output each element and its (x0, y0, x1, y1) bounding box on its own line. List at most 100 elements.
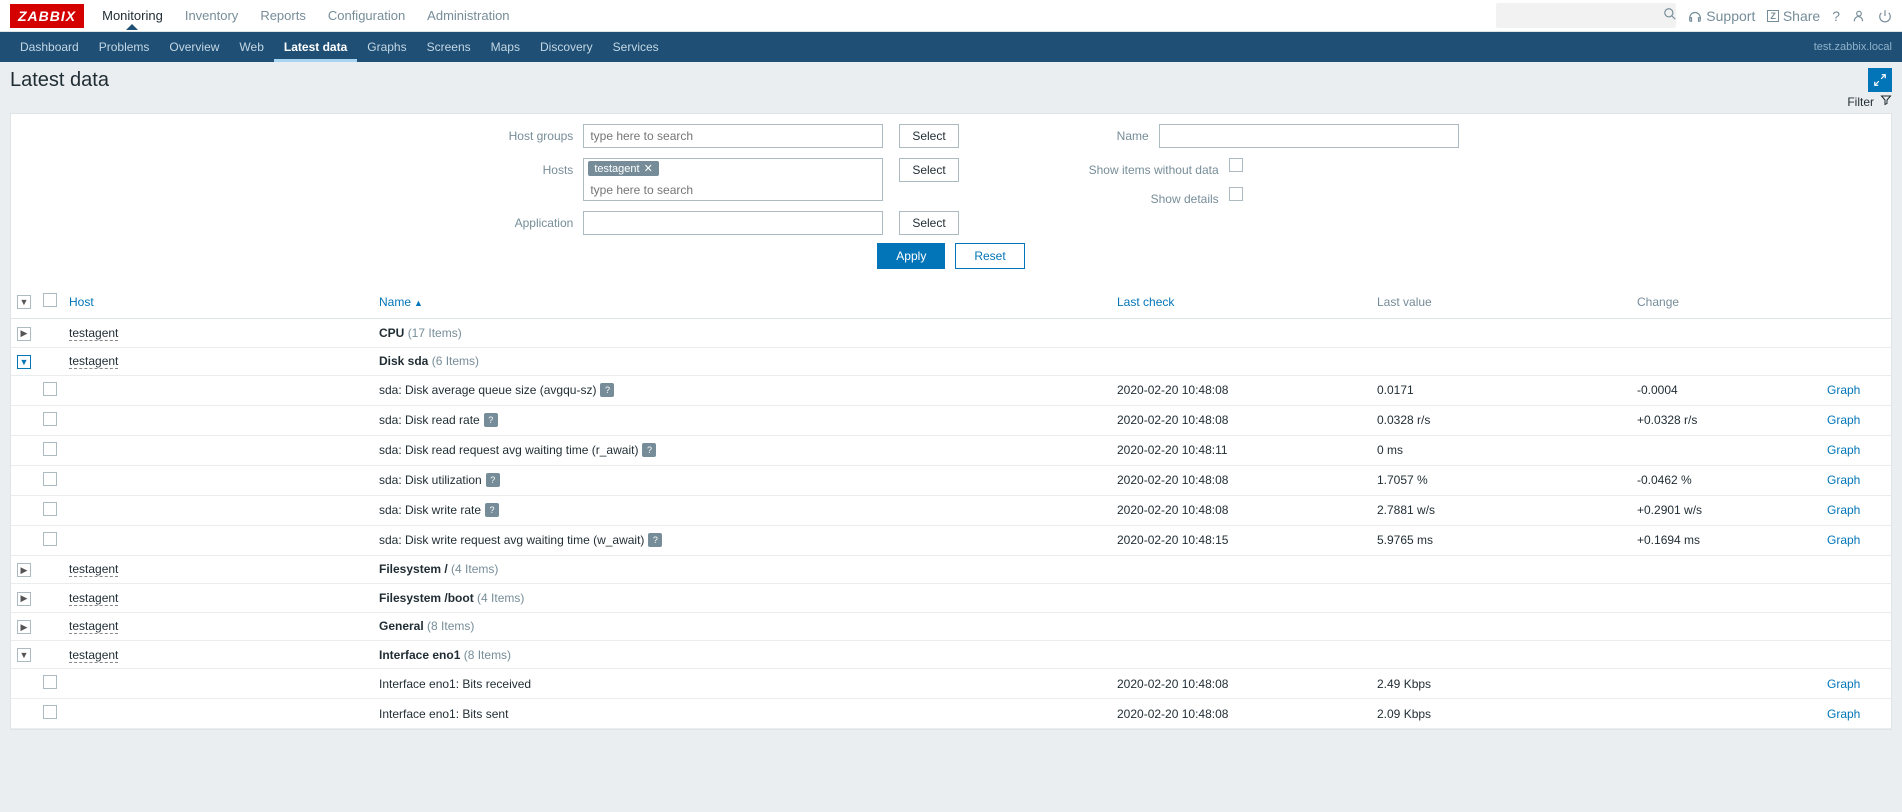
details-checkbox[interactable] (1229, 187, 1243, 201)
hint-icon[interactable]: ? (486, 473, 500, 487)
support-link[interactable]: Support (1688, 8, 1755, 24)
graph-link[interactable]: Graph (1827, 413, 1860, 427)
host-tag[interactable]: testagent ✕ (588, 161, 658, 176)
item-checkbox[interactable] (43, 442, 57, 456)
host-tag-remove-icon[interactable]: ✕ (644, 162, 653, 175)
expand-group-icon[interactable]: ▶ (17, 620, 31, 634)
item-checkbox[interactable] (43, 532, 57, 546)
item-row: sda: Disk read request avg waiting time … (11, 435, 1891, 465)
hostgroups-text[interactable] (588, 128, 878, 144)
subnav-item-overview[interactable]: Overview (159, 32, 229, 62)
header-lastcheck[interactable]: Last check (1117, 295, 1174, 309)
item-change: -0.0004 (1637, 383, 1678, 397)
host-link[interactable]: testagent (69, 619, 118, 634)
header-name[interactable]: Name▲ (379, 295, 423, 309)
fullscreen-button[interactable] (1868, 68, 1892, 92)
hint-icon[interactable]: ? (648, 533, 662, 547)
subnav-item-screens[interactable]: Screens (417, 32, 481, 62)
hint-icon[interactable]: ? (642, 443, 656, 457)
graph-link[interactable]: Graph (1827, 473, 1860, 487)
user-icon[interactable] (1852, 9, 1866, 23)
hint-icon[interactable]: ? (600, 383, 614, 397)
topnav-item-inventory[interactable]: Inventory (185, 2, 238, 29)
item-checkbox[interactable] (43, 412, 57, 426)
subnav-item-maps[interactable]: Maps (481, 32, 530, 62)
graph-link[interactable]: Graph (1827, 503, 1860, 517)
reset-button[interactable]: Reset (955, 243, 1024, 269)
hosts-text[interactable] (588, 182, 878, 198)
expand-group-icon[interactable]: ▶ (17, 592, 31, 606)
apply-button[interactable]: Apply (877, 243, 945, 269)
item-lastcheck: 2020-02-20 10:48:08 (1117, 503, 1228, 517)
application-input[interactable] (583, 211, 883, 235)
topnav-item-reports[interactable]: Reports (260, 2, 306, 29)
item-checkbox[interactable] (43, 675, 57, 689)
item-row: sda: Disk read rate?2020-02-20 10:48:080… (11, 405, 1891, 435)
item-lastvalue: 0 ms (1377, 443, 1403, 457)
share-link[interactable]: Z Share (1767, 8, 1820, 24)
graph-link[interactable]: Graph (1827, 443, 1860, 457)
subnav-item-dashboard[interactable]: Dashboard (10, 32, 89, 62)
hint-icon[interactable]: ? (484, 413, 498, 427)
group-row: ▶testagentFilesystem /boot (4 Items) (11, 584, 1891, 613)
page-title: Latest data (10, 69, 1868, 92)
sub-nav: DashboardProblemsOverviewWebLatest dataG… (0, 32, 1902, 62)
subnav-item-services[interactable]: Services (603, 32, 669, 62)
header-host[interactable]: Host (69, 295, 94, 309)
item-name: sda: Disk utilization (379, 473, 482, 487)
hosts-input[interactable]: testagent ✕ (583, 158, 883, 201)
topnav-item-monitoring[interactable]: Monitoring (102, 2, 163, 29)
item-checkbox[interactable] (43, 502, 57, 516)
host-link[interactable]: testagent (69, 354, 118, 369)
global-search-input[interactable] (1504, 8, 1663, 24)
expand-group-icon[interactable]: ▼ (17, 355, 31, 369)
graph-link[interactable]: Graph (1827, 677, 1860, 691)
subnav-item-problems[interactable]: Problems (89, 32, 160, 62)
subnav-item-web[interactable]: Web (229, 32, 273, 62)
item-row: sda: Disk average queue size (avgqu-sz)?… (11, 375, 1891, 405)
top-header: ZABBIX Monitoring Inventory Reports Configu… (0, 0, 1902, 32)
subnav-item-latest-data[interactable]: Latest data (274, 32, 357, 62)
application-select-button[interactable]: Select (899, 211, 958, 235)
item-checkbox[interactable] (43, 705, 57, 719)
expand-group-icon[interactable]: ▶ (17, 563, 31, 577)
graph-link[interactable]: Graph (1827, 533, 1860, 547)
item-count: (8 Items) (427, 619, 474, 633)
item-lastcheck: 2020-02-20 10:48:11 (1117, 443, 1228, 457)
subnav-item-discovery[interactable]: Discovery (530, 32, 603, 62)
item-lastvalue: 2.09 Kbps (1377, 707, 1431, 721)
expand-group-icon[interactable]: ▶ (17, 327, 31, 341)
subnav-item-graphs[interactable]: Graphs (357, 32, 416, 62)
item-checkbox[interactable] (43, 472, 57, 486)
hostgroups-select-button[interactable]: Select (899, 124, 958, 148)
expand-all-icon[interactable]: ▼ (17, 295, 31, 309)
expand-group-icon[interactable]: ▼ (17, 648, 31, 662)
topnav-item-configuration[interactable]: Configuration (328, 2, 405, 29)
help-icon[interactable]: ? (1832, 8, 1840, 24)
host-link[interactable]: testagent (69, 648, 118, 663)
hint-icon[interactable]: ? (485, 503, 499, 517)
z-icon: Z (1767, 10, 1779, 22)
name-input[interactable] (1159, 124, 1459, 148)
item-checkbox[interactable] (43, 382, 57, 396)
header-lastvalue: Last value (1377, 295, 1432, 309)
latest-data-table: ▼ Host Name▲ Last check Last value Chang… (11, 285, 1891, 729)
host-link[interactable]: testagent (69, 562, 118, 577)
host-link[interactable]: testagent (69, 326, 118, 341)
topnav-item-administration[interactable]: Administration (427, 2, 509, 29)
item-change: -0.0462 % (1637, 473, 1692, 487)
hosts-select-button[interactable]: Select (899, 158, 958, 182)
logo[interactable]: ZABBIX (10, 4, 84, 28)
graph-link[interactable]: Graph (1827, 707, 1860, 721)
global-search[interactable] (1496, 3, 1676, 28)
filter-funnel-icon[interactable] (1880, 94, 1892, 109)
withoutdata-checkbox[interactable] (1229, 158, 1243, 172)
hostgroups-input[interactable] (583, 124, 883, 148)
graph-link[interactable]: Graph (1827, 383, 1860, 397)
group-row: ▼testagentDisk sda (6 Items) (11, 347, 1891, 375)
host-tag-label: testagent (594, 163, 639, 175)
power-icon[interactable] (1878, 9, 1892, 23)
host-link[interactable]: testagent (69, 591, 118, 606)
search-icon[interactable] (1663, 7, 1677, 24)
select-all-checkbox[interactable] (43, 293, 57, 307)
